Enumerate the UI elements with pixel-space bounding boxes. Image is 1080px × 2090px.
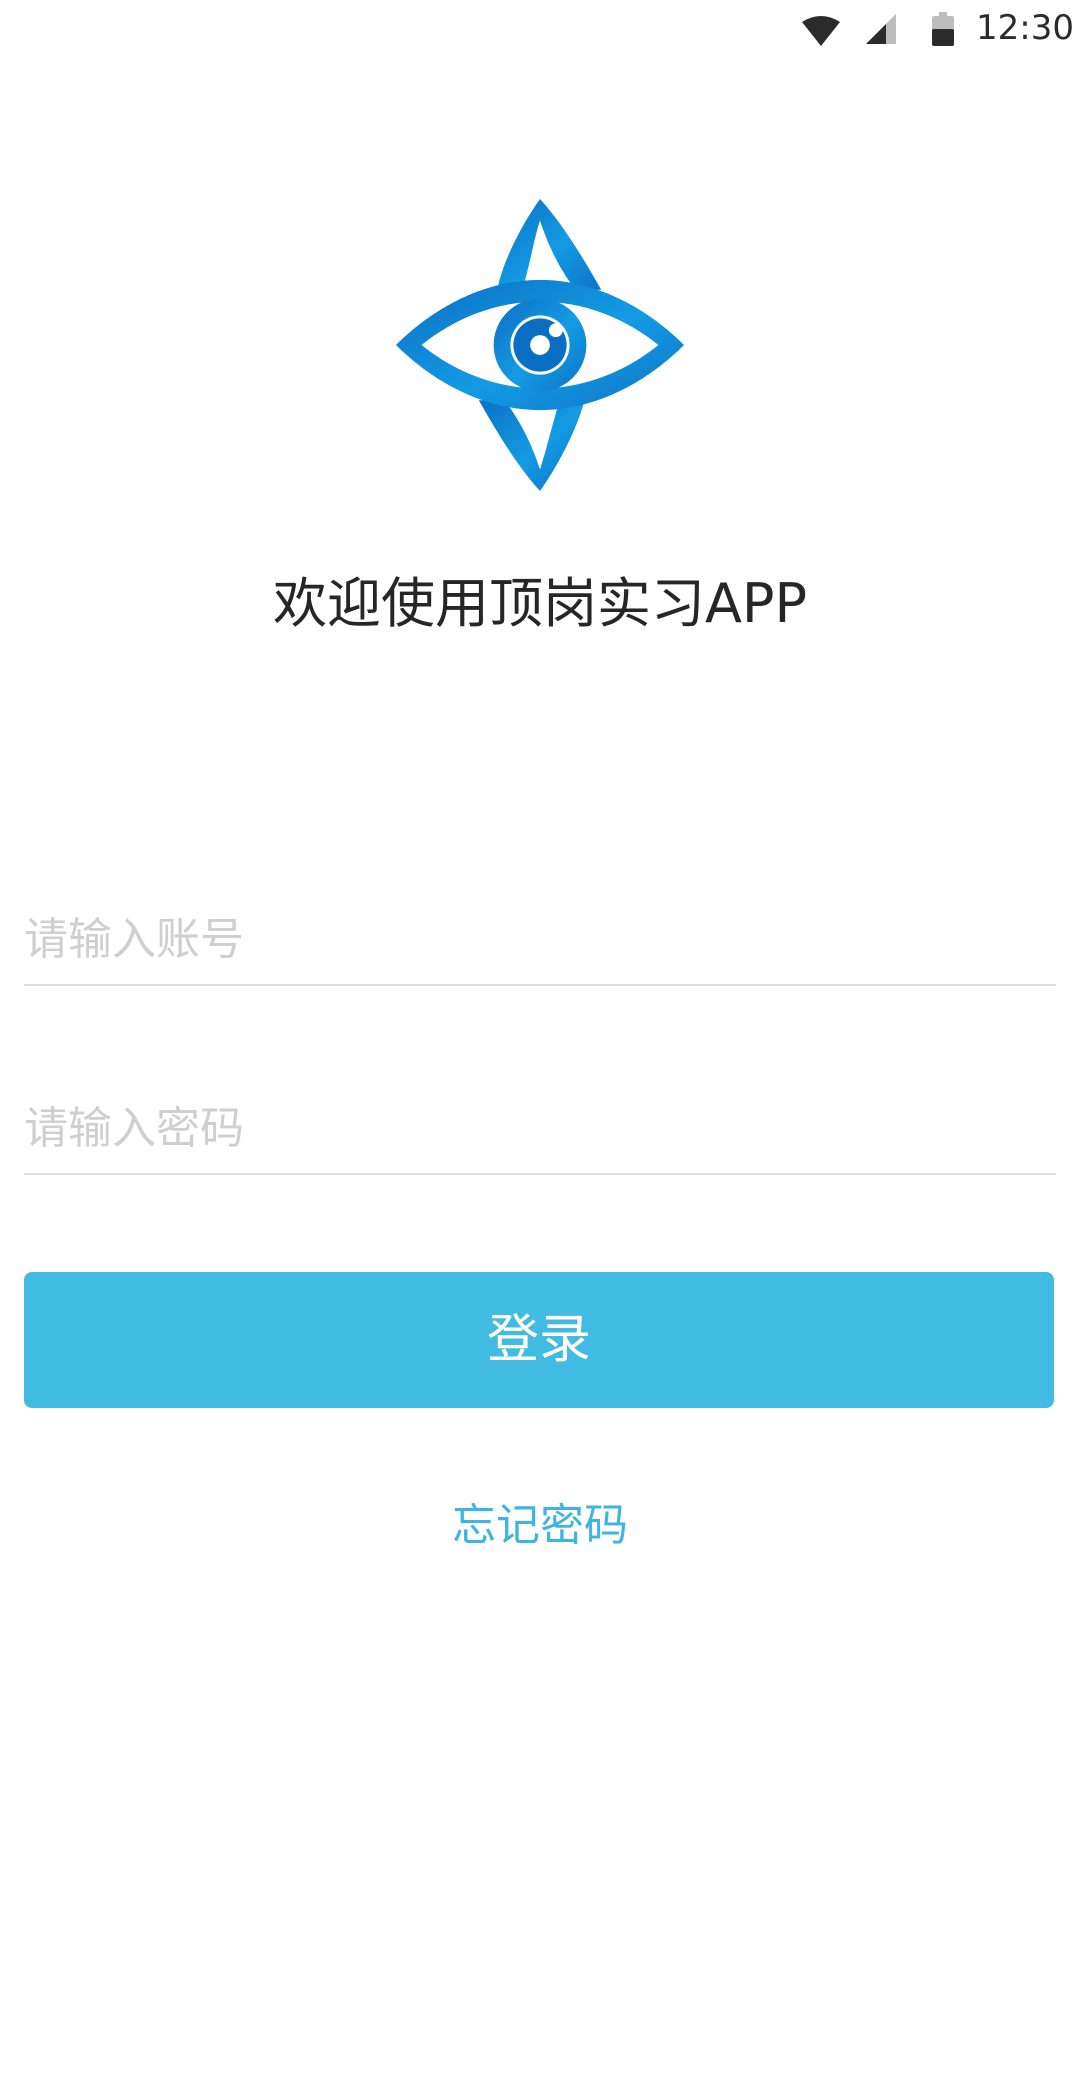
forgot-password-link[interactable]: 忘记密码 xyxy=(0,1496,1080,1556)
password-input[interactable] xyxy=(24,1083,1056,1175)
wifi-icon xyxy=(802,16,840,46)
status-time: 12:30 xyxy=(976,8,1074,48)
status-bar: 12:30 xyxy=(0,0,1080,64)
app-logo-icon xyxy=(395,198,685,492)
login-button[interactable]: 登录 xyxy=(24,1272,1054,1408)
welcome-title: 欢迎使用顶岗实习APP xyxy=(272,572,808,635)
cell-signal-icon xyxy=(866,14,896,44)
battery-icon xyxy=(932,12,954,46)
account-input[interactable] xyxy=(24,894,1056,986)
